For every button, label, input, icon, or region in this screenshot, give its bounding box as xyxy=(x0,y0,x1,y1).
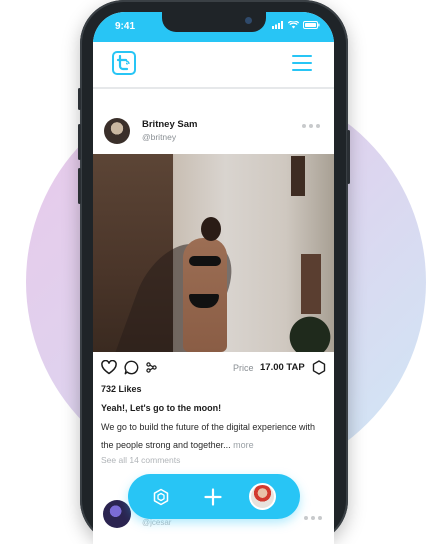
power-button xyxy=(347,130,350,184)
comment-icon[interactable] xyxy=(124,360,139,375)
caption-more-link[interactable]: more xyxy=(233,440,254,450)
battery-icon xyxy=(303,21,320,29)
caption-body: We go to build the future of the digital… xyxy=(101,418,329,454)
hamburger-menu-icon[interactable] xyxy=(292,55,312,72)
bottom-nav-bar xyxy=(128,474,300,519)
price-value: 17.00 TAP xyxy=(260,362,305,373)
plus-icon[interactable] xyxy=(200,484,226,510)
post-image[interactable] xyxy=(93,154,334,352)
volume-down-button xyxy=(78,168,81,204)
image-figure-top xyxy=(189,256,221,266)
see-all-comments-link[interactable]: See all 14 comments xyxy=(101,455,180,465)
caption-title: Yeah!, Let's go to the moon! xyxy=(101,403,222,413)
t-logo-icon[interactable] xyxy=(112,51,136,75)
price-label: Price xyxy=(233,363,254,373)
signal-icon xyxy=(272,21,283,29)
more-options-icon[interactable] xyxy=(302,124,320,128)
app-header xyxy=(93,42,334,89)
status-bar: 9:41 xyxy=(93,12,334,42)
wifi-icon xyxy=(288,21,299,29)
next-more-options-icon[interactable] xyxy=(304,516,322,520)
status-icons xyxy=(272,21,320,29)
next-author-avatar[interactable] xyxy=(103,500,131,528)
post-actions: Price 17.00 TAP xyxy=(93,360,334,380)
image-figure-head xyxy=(201,217,221,241)
image-plants xyxy=(274,302,334,352)
hexagon-icon[interactable] xyxy=(312,360,326,375)
camera-icon xyxy=(245,17,252,24)
status-time: 9:41 xyxy=(115,21,136,32)
author-handle: @britney xyxy=(142,132,177,142)
caption-text: We go to build the future of the digital… xyxy=(101,422,315,450)
profile-avatar[interactable] xyxy=(249,483,276,510)
post-header: Britney Sam @britney xyxy=(93,110,334,152)
app-screen: 9:41 Britney Sam @britney Price 17.00 TA… xyxy=(93,12,334,544)
author-name[interactable]: Britney Sam xyxy=(142,119,197,130)
mute-button xyxy=(78,88,81,110)
author-avatar[interactable] xyxy=(104,118,130,144)
volume-up-button xyxy=(78,124,81,160)
share-icon[interactable] xyxy=(146,362,157,373)
likes-count[interactable]: 732 Likes xyxy=(101,384,142,394)
heart-icon[interactable] xyxy=(101,360,117,375)
image-window xyxy=(291,156,305,196)
next-author-handle: @jcesar xyxy=(142,518,172,527)
phone-notch xyxy=(162,12,266,32)
hexagon-network-icon[interactable] xyxy=(148,484,174,510)
